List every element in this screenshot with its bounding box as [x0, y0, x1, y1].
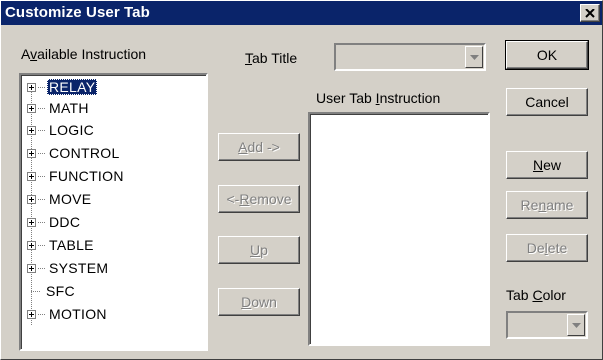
- tree-item-label: LOGIC: [49, 122, 95, 138]
- tree-item-label: RELAY: [47, 79, 98, 95]
- tree-item-label: TABLE: [49, 237, 94, 253]
- tree-item-logic[interactable]: LOGIC: [27, 120, 96, 140]
- tree-item-label: DDC: [49, 214, 81, 230]
- new-button[interactable]: New: [506, 151, 588, 179]
- remove-button[interactable]: <-Remove: [218, 185, 300, 213]
- tree-item-label: MOTION: [49, 306, 107, 322]
- window-title: Customize User Tab: [5, 4, 150, 21]
- customize-user-tab-dialog: Customize User Tab Available Instruction…: [0, 0, 603, 360]
- chevron-down-icon: [571, 322, 581, 328]
- tree-item-math[interactable]: MATH: [27, 98, 91, 118]
- tree-connector: [38, 267, 45, 269]
- expand-icon[interactable]: [27, 125, 36, 135]
- instruction-tree[interactable]: RELAY MATH LOGIC CONTROL FUNCTION MOVE D…: [19, 73, 208, 351]
- tree-connector: [31, 290, 40, 292]
- tree-item-table[interactable]: TABLE: [27, 235, 96, 255]
- tree-item-label: MOVE: [49, 191, 92, 207]
- up-button[interactable]: Up: [218, 236, 300, 264]
- expand-icon[interactable]: [27, 103, 36, 113]
- tree-item-system[interactable]: SYSTEM: [27, 258, 110, 278]
- tree-item-control[interactable]: CONTROL: [27, 143, 122, 163]
- tree-connector: [38, 107, 45, 109]
- expand-icon[interactable]: [27, 171, 36, 181]
- tree-item-label: FUNCTION: [49, 168, 124, 184]
- expand-icon[interactable]: [27, 240, 36, 250]
- available-instruction-label: Available Instruction: [21, 46, 147, 62]
- tree-connector: [38, 244, 45, 246]
- close-icon: [585, 8, 595, 18]
- title-bar[interactable]: Customize User Tab: [1, 1, 602, 25]
- tree-connector: [38, 175, 45, 177]
- tree-item-label: MATH: [49, 100, 89, 116]
- expand-icon[interactable]: [27, 148, 36, 158]
- tree-item-move[interactable]: MOVE: [27, 189, 93, 209]
- expand-icon[interactable]: [27, 82, 36, 92]
- tab-title-label: Tab Title: [245, 50, 298, 66]
- tree-item-sfc[interactable]: SFC: [27, 281, 77, 301]
- tree-connector: [38, 198, 45, 200]
- tab-color-dropdown-button[interactable]: [567, 314, 585, 336]
- ok-button[interactable]: OK: [505, 40, 589, 70]
- down-button[interactable]: Down: [218, 288, 300, 316]
- user-tab-instruction-label: User Tab Instruction: [316, 90, 441, 106]
- tree-item-label: SYSTEM: [49, 260, 109, 276]
- chevron-down-icon: [469, 54, 479, 60]
- tab-title-combo[interactable]: [334, 43, 486, 71]
- user-tab-instruction-list[interactable]: [308, 112, 490, 346]
- tree-item-motion[interactable]: MOTION: [27, 304, 109, 324]
- tree-item-ddc[interactable]: DDC: [27, 212, 82, 232]
- tree-connector: [38, 221, 45, 223]
- tree-item-label: SFC: [46, 283, 75, 299]
- cancel-button[interactable]: Cancel: [506, 88, 588, 116]
- tree-connector: [38, 129, 45, 131]
- tab-title-dropdown-button[interactable]: [465, 46, 483, 68]
- expand-icon[interactable]: [27, 309, 36, 319]
- add-button[interactable]: Add ->: [218, 133, 300, 161]
- tree-connector: [38, 152, 45, 154]
- tree-connector: [38, 86, 45, 88]
- delete-button[interactable]: Delete: [506, 234, 588, 262]
- tree-item-relay[interactable]: RELAY: [27, 77, 98, 97]
- expand-icon[interactable]: [27, 217, 36, 227]
- tab-color-combo[interactable]: [506, 311, 588, 339]
- tab-color-label: Tab Color: [506, 287, 566, 303]
- tree-item-function[interactable]: FUNCTION: [27, 166, 126, 186]
- close-button[interactable]: [580, 4, 600, 22]
- expand-icon[interactable]: [27, 263, 36, 273]
- tree-connector: [38, 313, 45, 315]
- rename-button[interactable]: Rename: [506, 191, 588, 219]
- tree-item-label: CONTROL: [49, 145, 120, 161]
- expand-icon[interactable]: [27, 194, 36, 204]
